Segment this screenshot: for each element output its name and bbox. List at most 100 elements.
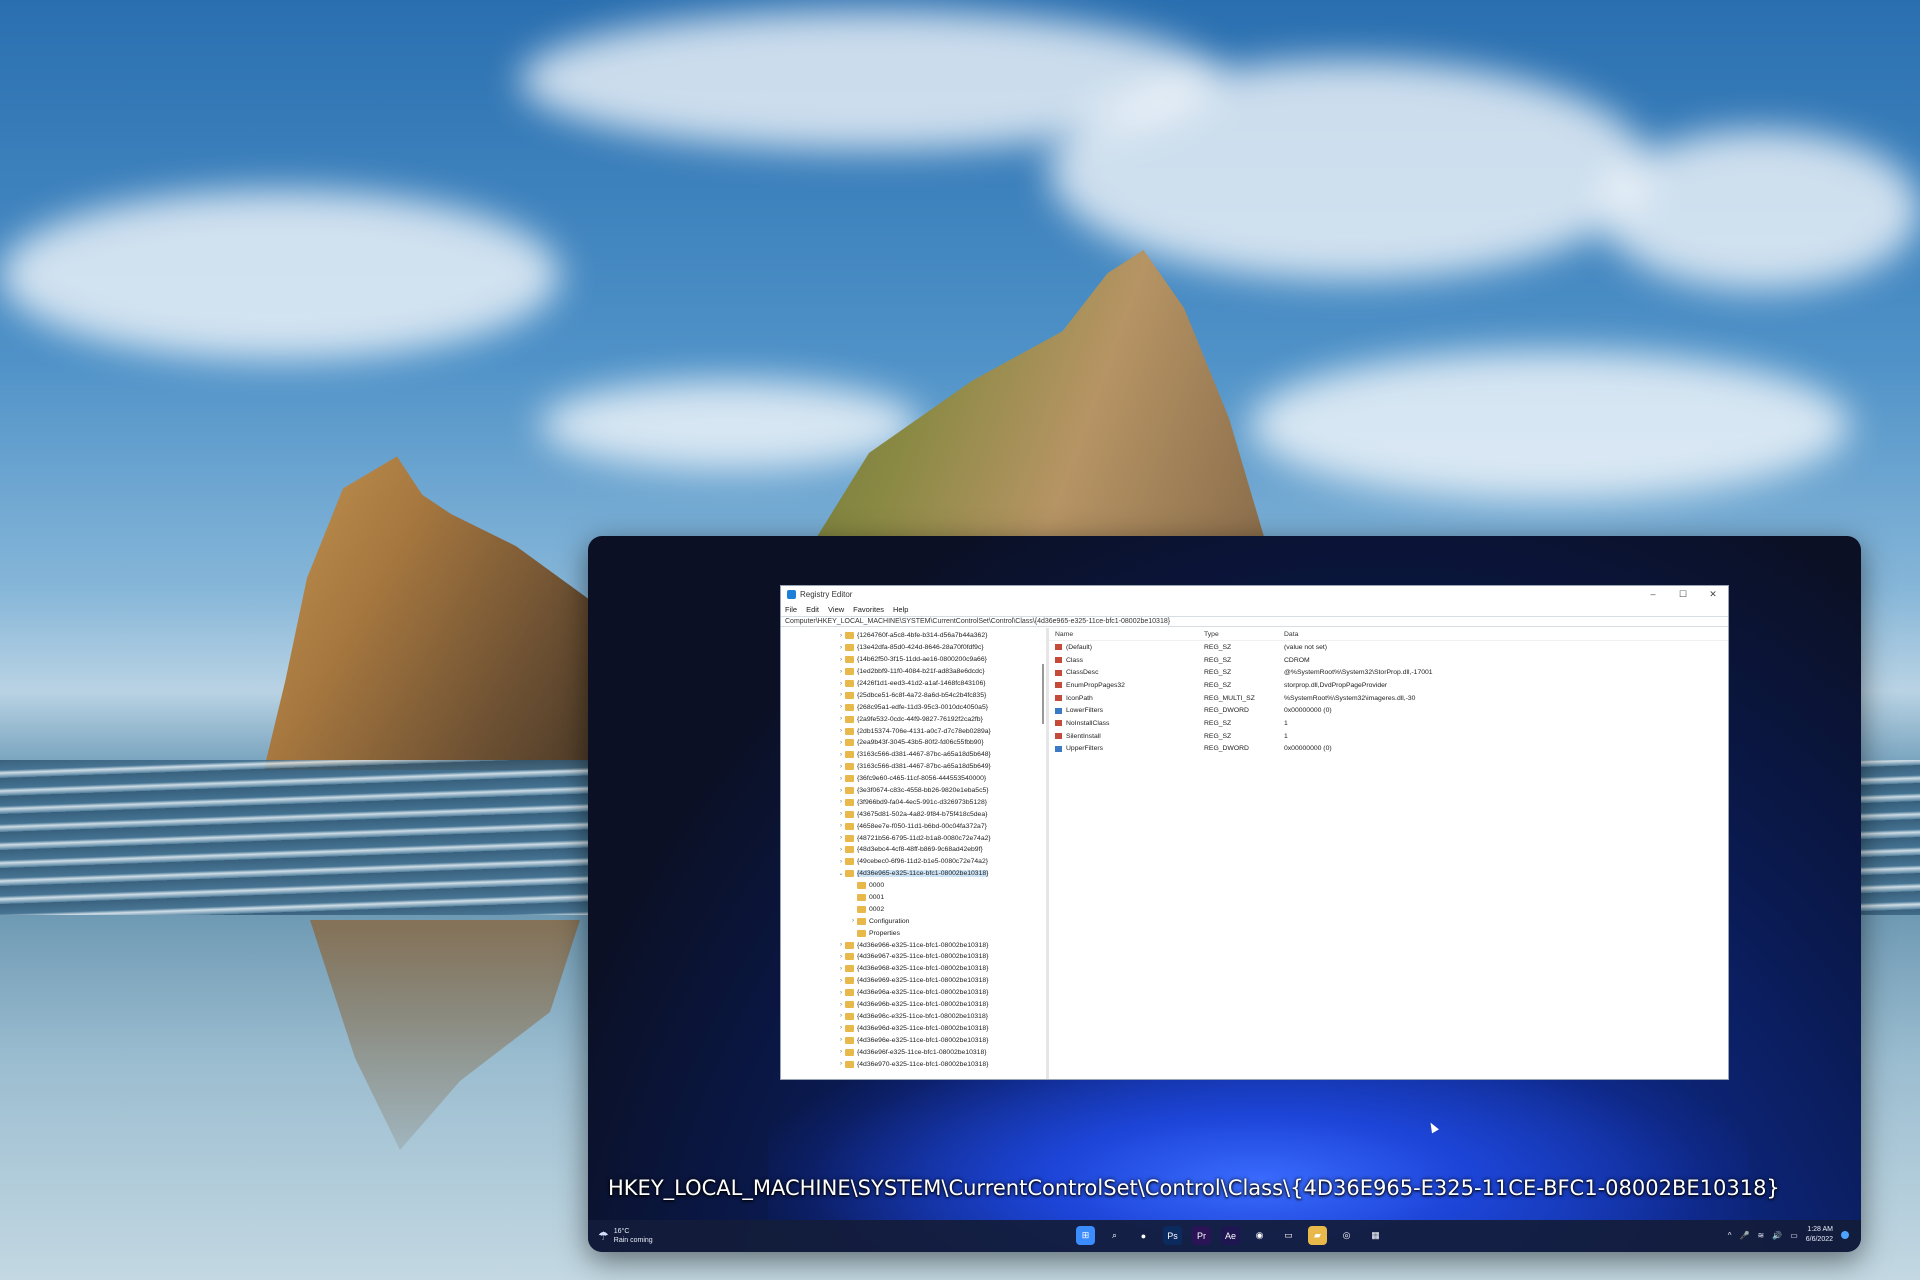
registry-editor-window[interactable]: Registry Editor – ☐ ✕ File Edit View Fav… (780, 585, 1729, 1080)
value-row[interactable]: Class REG_SZ CDROM (1049, 654, 1728, 667)
value-row[interactable]: ClassDesc REG_SZ @%SystemRoot%\System32\St… (1049, 666, 1728, 679)
key-tree-pane[interactable]: › {1264760f-a5c8-4bfe-b314-d56a7b44a362} ›… (781, 628, 1049, 1079)
notification-icon[interactable] (1841, 1231, 1849, 1239)
tree-node[interactable]: › Configuration (781, 915, 1046, 927)
chevron-down-icon[interactable]: ⌄ (837, 870, 845, 877)
terminal-icon[interactable]: ▭ (1279, 1226, 1298, 1245)
tree-node[interactable]: 0000 (781, 880, 1046, 892)
tree-node[interactable]: › {4d36e96a-e325-11ce-bfc1-08002be10318} (781, 987, 1046, 999)
tree-node[interactable]: Properties (781, 927, 1046, 939)
chevron-right-icon[interactable]: › (837, 835, 845, 841)
chevron-right-icon[interactable]: › (837, 657, 845, 663)
tree-node[interactable]: › {4658ee7e-f050-11d1-b6bd-00c04fa372a7} (781, 820, 1046, 832)
value-row[interactable]: SilentInstall REG_SZ 1 (1049, 730, 1728, 743)
menu-file[interactable]: File (785, 605, 797, 614)
menu-edit[interactable]: Edit (806, 605, 819, 614)
chevron-right-icon[interactable]: › (837, 799, 845, 805)
tree-node[interactable]: › {4d36e96e-e325-11ce-bfc1-08002be10318} (781, 1034, 1046, 1046)
chevron-right-icon[interactable]: › (837, 811, 845, 817)
chevron-right-icon[interactable]: › (837, 669, 845, 675)
firefox-icon[interactable]: ◎ (1337, 1226, 1356, 1245)
tree-node[interactable]: › {2426f1d1-eed3-41d2-a1af-1468fc843106} (781, 678, 1046, 690)
value-row[interactable]: UpperFilters REG_DWORD 0x00000000 (0) (1049, 743, 1728, 756)
tree-node[interactable]: 0002 (781, 903, 1046, 915)
menu-view[interactable]: View (828, 605, 844, 614)
value-row[interactable]: LowerFilters REG_DWORD 0x00000000 (0) (1049, 704, 1728, 717)
chrome-icon[interactable]: ◉ (1250, 1226, 1269, 1245)
value-row[interactable]: NoInstallClass REG_SZ 1 (1049, 717, 1728, 730)
photoshop-icon[interactable]: Ps (1163, 1226, 1182, 1245)
chevron-right-icon[interactable]: › (837, 704, 845, 710)
title-bar[interactable]: Registry Editor – ☐ ✕ (781, 586, 1728, 602)
values-pane[interactable]: Name Type Data (Default) REG_SZ (value not… (1049, 628, 1728, 1079)
tree-node[interactable]: › {4d36e968-e325-11ce-bfc1-08002be10318} (781, 963, 1046, 975)
tree-node[interactable]: › {48721b56-6795-11d2-b1a8-0080c72e74a2} (781, 832, 1046, 844)
after-effects-icon[interactable]: Ae (1221, 1226, 1240, 1245)
tree-node[interactable]: › {4d36e96b-e325-11ce-bfc1-08002be10318} (781, 999, 1046, 1011)
tree-node[interactable]: 0001 (781, 892, 1046, 904)
value-row[interactable]: EnumPropPages32 REG_SZ storprop.dll,DvdPro… (1049, 679, 1728, 692)
close-button[interactable]: ✕ (1698, 589, 1728, 600)
tree-node[interactable]: › {2ea9b43f-3045-43b5-80f2-fd06c55fbb90} (781, 737, 1046, 749)
tree-node[interactable]: › {4d36e969-e325-11ce-bfc1-08002be10318} (781, 975, 1046, 987)
tree-node[interactable]: › {49cebec0-6f96-11d2-b1e5-0080c72e74a2} (781, 856, 1046, 868)
menu-favorites[interactable]: Favorites (853, 605, 884, 614)
tree-node[interactable]: › {1ed2bbf9-11f0-4084-b21f-ad83a8e6dcdc} (781, 666, 1046, 678)
chevron-right-icon[interactable]: › (837, 1013, 845, 1019)
tree-node[interactable]: › {14b62f50-3f15-11dd-ae16-0800200c9a66} (781, 654, 1046, 666)
maximize-button[interactable]: ☐ (1668, 589, 1698, 600)
column-type[interactable]: Type (1204, 631, 1284, 638)
clock[interactable]: 1:28 AM 6/6/2022 (1806, 1225, 1833, 1245)
chevron-right-icon[interactable]: › (837, 978, 845, 984)
tree-node[interactable]: › {4d36e970-e325-11ce-bfc1-08002be10318} (781, 1058, 1046, 1070)
chevron-right-icon[interactable]: › (837, 1025, 845, 1031)
tree-node[interactable]: › {3163c566-d381-4467-87bc-a65a18d5b649} (781, 761, 1046, 773)
tree-node[interactable]: › {3e3f0674-c83c-4558-bb26-9820e1eba5c5} (781, 785, 1046, 797)
battery-icon[interactable]: ▭ (1790, 1231, 1798, 1240)
tree-node[interactable]: › {13e42dfa-85d0-424d-8646-28a70f0fdf9c} (781, 642, 1046, 654)
tree-node[interactable]: › {268c95a1-edfe-11d3-95c3-0010dc4050a5} (781, 701, 1046, 713)
regedit-icon[interactable]: ▦ (1366, 1226, 1385, 1245)
tree-node[interactable]: › {4d36e96c-e325-11ce-bfc1-08002be10318} (781, 1011, 1046, 1023)
wifi-icon[interactable]: ≋ (1758, 1231, 1765, 1240)
tree-node[interactable]: › {36fc9e60-c465-11cf-8056-444553540000} (781, 773, 1046, 785)
tree-node[interactable]: › {3163c566-d381-4467-87bc-a65a18d5b648} (781, 749, 1046, 761)
chevron-right-icon[interactable]: › (837, 740, 845, 746)
chevron-right-icon[interactable]: › (837, 823, 845, 829)
chevron-right-icon[interactable]: › (849, 918, 857, 924)
tree-node[interactable]: › {2db15374-706e-4131-a0c7-d7c78eb0289a} (781, 725, 1046, 737)
tree-node[interactable]: › {25dbce51-6c8f-4a72-8a6d-b54c2b4fc835} (781, 689, 1046, 701)
chevron-right-icon[interactable]: › (837, 788, 845, 794)
address-bar[interactable]: Computer\HKEY_LOCAL_MACHINE\SYSTEM\Curre… (781, 616, 1728, 627)
chevron-right-icon[interactable]: › (837, 942, 845, 948)
chevron-right-icon[interactable]: › (837, 752, 845, 758)
volume-icon[interactable]: 🔊 (1772, 1231, 1782, 1240)
chevron-right-icon[interactable]: › (837, 954, 845, 960)
chevron-right-icon[interactable]: › (837, 728, 845, 734)
chevron-right-icon[interactable]: › (837, 847, 845, 853)
tree-node[interactable]: › {4d36e96d-e325-11ce-bfc1-08002be10318} (781, 1022, 1046, 1034)
chevron-right-icon[interactable]: › (837, 1049, 845, 1055)
chevron-right-icon[interactable]: › (837, 776, 845, 782)
chevron-right-icon[interactable]: › (837, 716, 845, 722)
chevron-right-icon[interactable]: › (837, 764, 845, 770)
chevron-right-icon[interactable]: › (837, 692, 845, 698)
file-explorer-icon[interactable]: ▰ (1308, 1226, 1327, 1245)
tree-node[interactable]: › {3f966bd9-fa04-4ec5-991c-d326973b5128} (781, 796, 1046, 808)
tree-node[interactable]: › {48d3ebc4-4cf8-48ff-b869-9c68ad42eb9f} (781, 844, 1046, 856)
tree-node[interactable]: › {4d36e967-e325-11ce-bfc1-08002be10318} (781, 951, 1046, 963)
tree-node[interactable]: ⌄ {4d36e965-e325-11ce-bfc1-08002be10318} (781, 868, 1046, 880)
search-icon[interactable]: ⌕ (1105, 1226, 1124, 1245)
column-data[interactable]: Data (1284, 631, 1728, 638)
chevron-right-icon[interactable]: › (837, 1037, 845, 1043)
chevron-right-icon[interactable]: › (837, 1002, 845, 1008)
tree-node[interactable]: › {4d36e96f-e325-11ce-bfc1-08002be10318} (781, 1046, 1046, 1058)
chevron-right-icon[interactable]: › (837, 681, 845, 687)
chevron-right-icon[interactable]: › (837, 645, 845, 651)
value-row[interactable]: (Default) REG_SZ (value not set) (1049, 641, 1728, 654)
tree-node[interactable]: › {43675d81-502a-4a82-9f84-b75f418c5dea} (781, 808, 1046, 820)
chevron-right-icon[interactable]: › (837, 1061, 845, 1067)
chevron-right-icon[interactable]: › (837, 966, 845, 972)
microphone-icon[interactable]: 🎤 (1740, 1231, 1750, 1240)
chevron-right-icon[interactable]: › (837, 859, 845, 865)
